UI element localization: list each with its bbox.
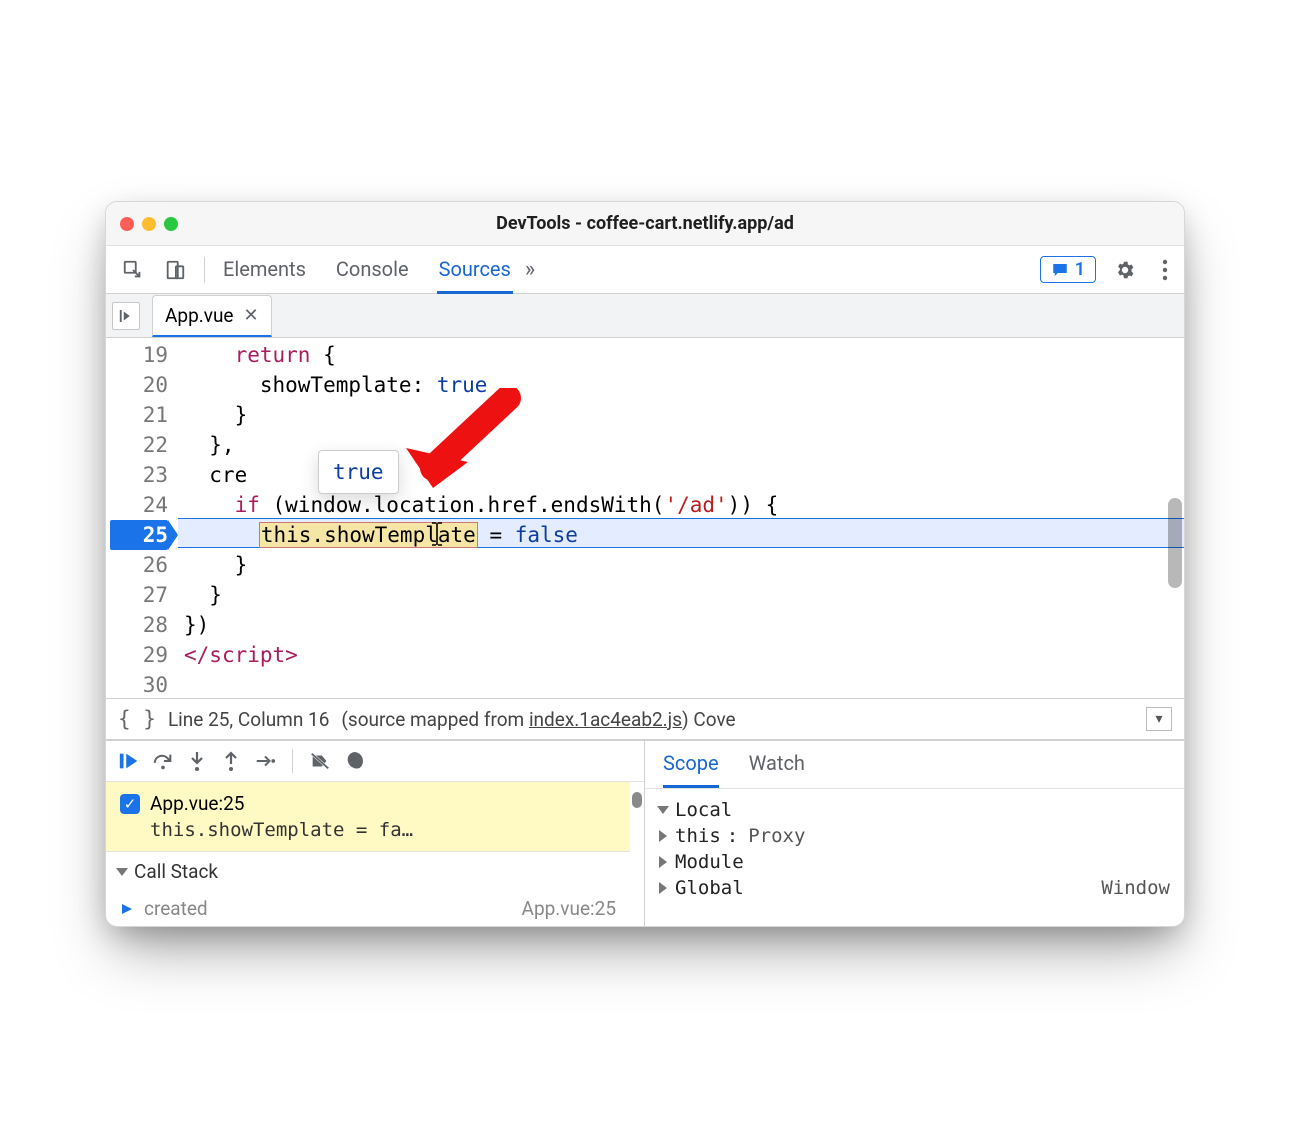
file-tab-app-vue[interactable]: App.vue ✕ [152,295,272,337]
step-into-icon[interactable] [186,750,208,772]
breakpoint-item[interactable]: ✓ App.vue:25 this.showTemplate = fa… [106,782,630,852]
line-number[interactable]: 24 [110,490,168,520]
value-tooltip: true [318,450,399,494]
more-tabs-icon[interactable]: » [517,253,543,286]
debugger-right-pane: Scope Watch Local this: Proxy Module [645,741,1184,926]
line-number[interactable]: 20 [110,370,168,400]
line-number[interactable]: 28 [110,610,168,640]
string-literal: '/ad' [664,493,727,517]
resume-icon[interactable] [118,750,140,772]
boolean-literal: true [437,373,488,397]
issues-count: 1 [1075,259,1085,280]
text-cursor-icon [430,521,444,547]
close-icon[interactable]: ✕ [244,305,259,326]
breakpoint-location: App.vue:25 [150,792,244,815]
line-number[interactable]: 21 [110,400,168,430]
deactivate-breakpoints-icon[interactable] [309,750,331,772]
tab-watch[interactable]: Watch [749,751,805,788]
line-number[interactable]: 30 [110,670,168,698]
debugger-left-pane: ✓ App.vue:25 this.showTemplate = fa… Cal… [106,741,645,926]
breakpoint-snippet: this.showTemplate = fa… [120,819,616,841]
debugger-panel: ✓ App.vue:25 this.showTemplate = fa… Cal… [106,740,1184,926]
settings-icon[interactable] [1106,255,1144,285]
line-number[interactable]: 19 [110,340,168,370]
tab-scope[interactable]: Scope [663,751,719,788]
step-over-icon[interactable] [152,750,174,772]
boolean-literal: false [515,523,578,547]
line-number[interactable]: 26 [110,550,168,580]
navigator-toggle-icon[interactable] [112,302,140,330]
debugger-controls [106,741,644,782]
maximize-icon[interactable] [164,217,178,231]
editor-statusbar: { } Line 25, Column 16 (source mapped fr… [106,698,1184,740]
separator [292,749,293,773]
minimize-icon[interactable] [142,217,156,231]
callstack-header[interactable]: Call Stack [106,852,630,891]
panel-tabs: Elements Console Sources [221,245,513,294]
hovered-expression[interactable]: this.showTemplate [260,523,477,547]
file-tab-label: App.vue [165,304,234,327]
triangle-right-icon [659,856,667,868]
tab-sources[interactable]: Sources [437,245,513,294]
code-area[interactable]: return { showTemplate: true } }, created… [178,338,1184,698]
callstack-item[interactable]: created App.vue:25 [106,891,630,926]
keyword: return [235,343,311,367]
code-editor[interactable]: 19 20 21 22 23 24 25 26 27 28 29 30 retu… [106,338,1184,698]
triangle-right-icon [659,882,667,894]
triangle-down-icon [657,806,669,814]
inspect-element-icon[interactable] [114,255,152,285]
scrollbar[interactable] [630,782,644,926]
checkbox-checked-icon[interactable]: ✓ [120,794,140,814]
pause-on-exceptions-icon[interactable] [343,750,365,772]
scope-local[interactable]: Local [659,797,1170,823]
tab-elements[interactable]: Elements [221,245,308,294]
line-gutter[interactable]: 19 20 21 22 23 24 25 26 27 28 29 30 [106,338,178,698]
close-icon[interactable] [120,217,134,231]
step-out-icon[interactable] [220,750,242,772]
scope-this[interactable]: this: Proxy [659,823,1170,849]
tooltip-value: true [333,460,384,484]
triangle-down-icon [116,868,128,876]
scope-global[interactable]: Global Window [659,875,1170,901]
line-number[interactable]: 27 [110,580,168,610]
issues-badge[interactable]: 1 [1040,256,1096,283]
scope-tree: Local this: Proxy Module Global Windo [645,789,1184,909]
breakpoint-line-number[interactable]: 25 [110,520,168,550]
main-toolbar: Elements Console Sources » 1 [106,246,1184,294]
step-icon[interactable] [254,750,276,772]
keyword: if [235,493,260,517]
window-title: DevTools - coffee-cart.netlify.app/ad [106,213,1184,234]
coverage-dropdown-icon[interactable]: ▾ [1146,707,1172,731]
menu-icon[interactable] [1154,255,1176,285]
separator [204,257,205,283]
traffic-lights [120,217,178,231]
mapped-file-link[interactable]: index.1ac4eab2.js [529,708,682,731]
titlebar: DevTools - coffee-cart.netlify.app/ad [106,202,1184,246]
scrollbar-thumb[interactable] [1168,498,1182,588]
line-number[interactable]: 29 [110,640,168,670]
cursor-position: Line 25, Column 16 [168,708,329,731]
scope-watch-tabs: Scope Watch [645,741,1184,789]
file-tabs-row: App.vue ✕ [106,294,1184,338]
line-number[interactable]: 22 [110,430,168,460]
triangle-right-icon [659,830,667,842]
pretty-print-icon[interactable]: { } [118,707,156,731]
source-map-info: (source mapped from index.1ac4eab2.js) C… [341,708,735,731]
device-toolbar-icon[interactable] [156,255,194,285]
tab-console[interactable]: Console [334,245,411,294]
current-frame-icon [120,902,136,916]
devtools-window: DevTools - coffee-cart.netlify.app/ad El… [105,201,1185,927]
line-number[interactable]: 23 [110,460,168,490]
scope-module[interactable]: Module [659,849,1170,875]
